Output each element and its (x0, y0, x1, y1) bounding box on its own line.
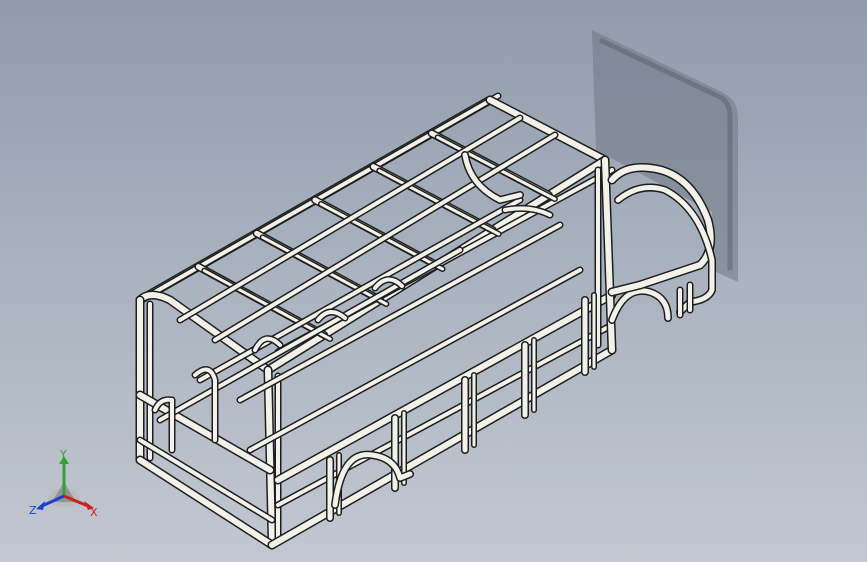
rear-wheel-arch (609, 288, 671, 323)
floor-rail-1 (158, 248, 462, 422)
frame-shadow (592, 30, 738, 282)
cad-viewport[interactable]: Y X Z (0, 0, 867, 562)
y-axis-label: Y (59, 448, 67, 461)
bus-frame-model[interactable] (0, 0, 867, 562)
floor-rail-2 (248, 268, 582, 452)
z-axis-arrowhead (36, 501, 45, 510)
axis-triad: Y X Z (29, 448, 98, 519)
side-bottom-rail (269, 347, 615, 548)
x-axis-label: X (90, 506, 98, 519)
front-bottom-bar (137, 457, 275, 548)
z-axis-label: Z (29, 504, 37, 517)
roof-rear-bar (487, 97, 608, 163)
floor-shadow (592, 30, 738, 282)
